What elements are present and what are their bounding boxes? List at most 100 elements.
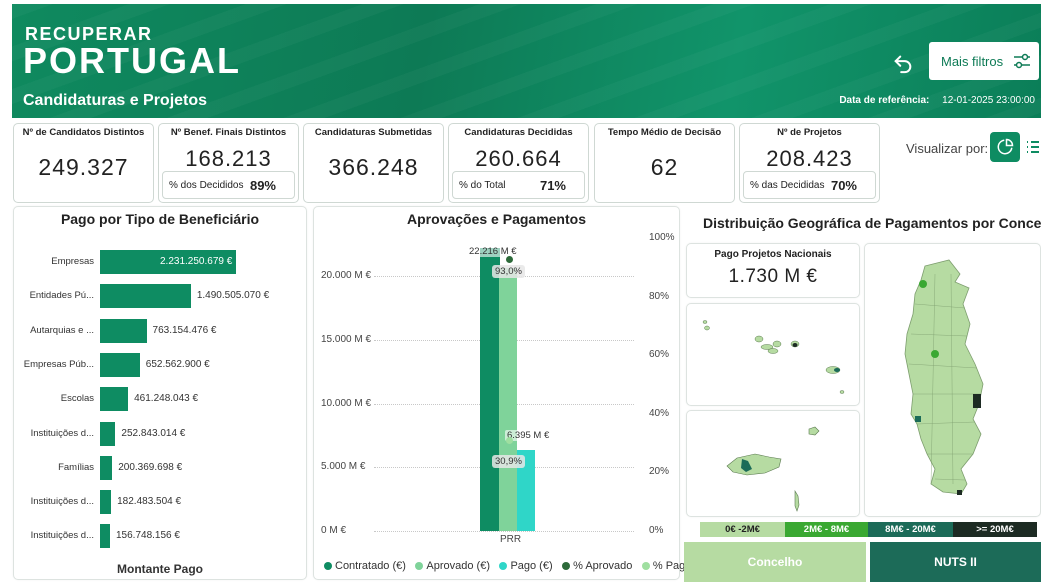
reference-date-label: Data de referência: [839, 95, 930, 106]
kpi-decididas: Candidaturas Decididas 260.664 % do Tota… [448, 123, 589, 203]
y2-axis-tick: 100% [649, 232, 675, 243]
kpi-value: 208.423 [766, 146, 853, 171]
list-icon [1026, 141, 1039, 153]
y-axis-tick: 20.000 M € [321, 270, 372, 282]
bar[interactable] [100, 284, 191, 309]
kpi-value: 62 [650, 154, 679, 180]
legend-range-3: 8M€ - 20M€ [868, 522, 953, 537]
bar-row[interactable]: Famílias 200.369.698 € [14, 455, 308, 480]
bar-row[interactable]: Entidades Pú... 1.490.505.070 € [14, 284, 308, 309]
bar-row[interactable]: Empresas 2.231.250.679 € [14, 250, 308, 274]
view-chart-button[interactable] [990, 132, 1020, 162]
kpi-value: 260.664 [475, 146, 562, 171]
kpi-value: 366.248 [328, 154, 419, 180]
bar-contratado[interactable] [480, 247, 500, 531]
kpi-candidatos: Nº de Candidatos Distintos 249.327 [13, 123, 154, 203]
portugal-map-graphic [904, 259, 984, 495]
x-axis-label: Montante Pago [117, 562, 203, 576]
kpi-value: 168.213 [185, 146, 272, 171]
kpi-title: Tempo Médio de Decisão [607, 127, 722, 138]
bar-category-label: Famílias [58, 461, 94, 473]
kpi-sub-label: % dos Decididos [169, 179, 244, 191]
legend-contratado: Contratado (€) [324, 560, 406, 572]
bar-row[interactable]: Escolas 461.248.043 € [14, 387, 308, 412]
bar[interactable] [100, 318, 147, 343]
bar[interactable] [100, 524, 110, 549]
kpi-sub: % dos Decididos 89% [162, 171, 295, 199]
bar-value-label: 763.154.476 € [152, 324, 217, 336]
bar-value-label: 461.248.043 € [134, 393, 199, 405]
kpi-title: Nº Benef. Finais Distintos [170, 127, 287, 138]
y-axis-tick: 10.000 M € [321, 397, 372, 409]
nacional-label: Pago Projetos Nacionais [714, 249, 832, 260]
bar-row[interactable]: Empresas Púb... 652.562.900 € [14, 352, 308, 377]
y-axis-tick: 0 M € [321, 525, 347, 536]
legend-range-1: 0€ -2M€ [700, 522, 785, 537]
bar[interactable] [100, 490, 112, 515]
sliders-icon [1014, 53, 1031, 69]
kpi-sub-value: 89% [249, 177, 276, 193]
bar-value-label: 652.562.900 € [145, 358, 210, 370]
logo-main-text: PORTUGAL [23, 40, 241, 81]
bar-category-label: Entidades Pú... [29, 290, 94, 302]
geo-title: Distribuição Geográfica de Pagamentos po… [703, 215, 1041, 231]
bar-row[interactable]: Instituições d... 252.843.014 € [14, 421, 308, 446]
gridline [374, 531, 634, 532]
bar-value-label: 200.369.698 € [118, 461, 183, 473]
y-axis-tick: 15.000 M € [321, 333, 372, 345]
legend-pct-aprovado: % Aprovado [562, 560, 632, 572]
kpi-sub-value: 71% [539, 177, 566, 193]
header-banner: RECUPERAR PORTUGAL Candidaturas e Projet… [12, 4, 1041, 118]
reference-date: Data de referência: 12-01-2025 23:00:00 [839, 95, 1035, 106]
nacional-value: 1.730 M € [728, 266, 818, 287]
map-azores[interactable] [686, 303, 860, 406]
bar[interactable] [100, 352, 140, 377]
bar-category-label: Escolas [60, 393, 94, 405]
more-filters-label: Mais filtros [941, 53, 1004, 69]
bar-row[interactable]: Instituições d... 182.483.504 € [14, 490, 308, 515]
more-filters-button[interactable]: Mais filtros [929, 42, 1039, 80]
bar-aprovado[interactable] [499, 267, 517, 531]
bar-category-label: Instituições d... [30, 496, 94, 508]
bar-row[interactable]: Instituições d... 156.748.156 € [14, 524, 308, 549]
bar-value-label: 182.483.504 € [117, 496, 182, 508]
bar-category-label: Empresas Púb... [23, 358, 94, 370]
map-madeira[interactable] [686, 410, 860, 517]
kpi-title: Candidaturas Submetidas [314, 127, 433, 138]
bar-value-label: 1.490.505.070 € [196, 290, 270, 302]
bar[interactable] [100, 421, 116, 446]
point-pct-aprovado[interactable] [506, 255, 513, 263]
tab-nuts-ii[interactable]: NUTS II [870, 542, 1041, 582]
y2-axis-tick: 0% [649, 525, 664, 536]
kpi-submetidas: Candidaturas Submetidas 366.248 [303, 123, 444, 203]
bar-value-label: 156.748.156 € [116, 530, 180, 542]
legend-range-2: 2M€ - 8M€ [785, 522, 868, 537]
page-subtitle: Candidaturas e Projetos [23, 92, 208, 109]
panel-beneficiario: Pago por Tipo de Beneficiário Empresas 2.… [13, 206, 307, 580]
visualizar-label: Visualizar por: [906, 141, 989, 156]
kpi-title: Nº de Projetos [777, 127, 842, 138]
madeira-islands-graphic [726, 426, 820, 512]
kpi-projetos: Nº de Projetos 208.423 % das Decididas 7… [739, 123, 880, 203]
reset-back-icon[interactable] [892, 52, 914, 79]
kpi-value: 249.327 [38, 154, 129, 180]
combo-chart-aprovacoes: 20.000 M € 15.000 M € 10.000 M € 5.000 M € 0… [314, 207, 681, 581]
panel-aprovacoes: Aprovações e Pagamentos 20.000 M €15.000… [313, 206, 691, 581]
view-list-button[interactable] [1022, 132, 1041, 162]
bar[interactable] [100, 455, 113, 480]
data-label-pct-aprovado: 93,0% [492, 264, 525, 278]
tab-concelho[interactable]: Concelho [684, 542, 866, 582]
kpi-beneficiarios: Nº Benef. Finais Distintos 168.213 % dos… [158, 123, 299, 203]
bar-value-label: 252.843.014 € [121, 427, 186, 439]
kpi-sub-value: 70% [830, 177, 857, 193]
bar-value-label: 2.231.250.679 € [160, 256, 233, 267]
x-axis-category: PRR [500, 534, 522, 545]
map-portugal-mainland[interactable] [864, 243, 1041, 517]
bar-category-label: Empresas [51, 256, 94, 267]
bar[interactable] [100, 387, 129, 412]
bar-category-label: Instituições d... [30, 427, 94, 439]
legend-range-4: >= 20M€ [953, 522, 1037, 537]
kpi-sub: % das Decididas 70% [743, 171, 876, 199]
pie-chart-icon [997, 138, 1014, 155]
bar-row[interactable]: Autarquias e ... 763.154.476 € [14, 318, 308, 343]
